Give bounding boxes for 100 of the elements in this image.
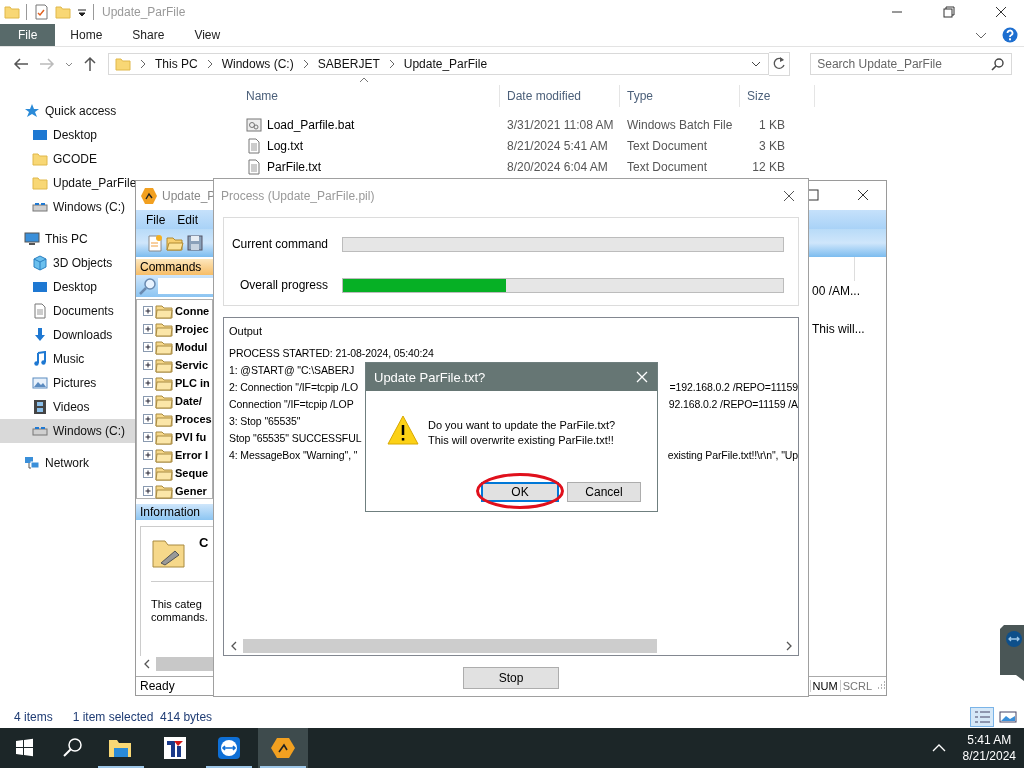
text-file-icon — [246, 158, 262, 175]
cube-icon — [32, 255, 48, 271]
file-type: Text Document — [626, 138, 709, 153]
folder-icon — [155, 447, 173, 463]
side-tab-icon[interactable] — [1000, 625, 1024, 681]
folder-icon — [4, 4, 20, 20]
expand-icon[interactable] — [143, 341, 154, 353]
ribbon-tab[interactable]: File — [0, 24, 56, 46]
tree-item[interactable]: PLC in — [174, 377, 210, 389]
output-line: Connection "/IF=tcpip /LOP — [229, 397, 354, 410]
tree-item[interactable]: Modul — [174, 341, 208, 353]
search-icon — [991, 57, 1005, 71]
list-cell-text: 00 /AM... — [812, 283, 862, 300]
output-line: existing ParFile.txt!!\r\n", "Up — [667, 448, 798, 461]
folder-icon — [155, 303, 173, 319]
nav-item[interactable]: Desktop — [0, 123, 236, 147]
menu-item[interactable]: File — [146, 212, 166, 227]
folder-icon — [155, 357, 173, 373]
info-description: This categ commands. — [151, 598, 209, 624]
expand-icon[interactable] — [143, 305, 154, 317]
search-field[interactable] — [158, 278, 213, 294]
breadcrumb-link[interactable]: SABERJET — [317, 57, 380, 71]
save-icon[interactable] — [186, 234, 204, 252]
music-note-icon — [32, 351, 48, 367]
column-header[interactable]: Type — [620, 85, 740, 107]
output-line: 92.168.0.2 /REPO=11159 /A — [668, 397, 798, 410]
column-header[interactable]: Size — [740, 85, 815, 107]
back-icon[interactable] — [12, 56, 30, 72]
column-header[interactable]: Name — [240, 85, 500, 107]
column-header[interactable]: Date modified — [500, 85, 620, 107]
breadcrumb-link[interactable]: Update_ParFile — [403, 57, 488, 71]
item-count: 4 items — [14, 710, 53, 724]
output-line: =192.168.0.2 /REPO=11159 — [669, 380, 798, 393]
help-icon[interactable] — [1002, 27, 1018, 43]
tree-item[interactable]: Projec — [174, 323, 209, 335]
tree-item[interactable]: Gener — [174, 485, 207, 497]
tree-item[interactable]: Servic — [174, 359, 209, 371]
folder-icon — [155, 429, 173, 445]
tree-item[interactable]: PVI fu — [174, 431, 207, 443]
scroll-right-icon[interactable] — [784, 640, 794, 652]
nav-item[interactable]: Quick access — [0, 99, 236, 123]
download-icon — [32, 327, 48, 343]
expand-icon[interactable] — [143, 485, 154, 497]
dialog-button[interactable]: OK — [481, 482, 559, 502]
breadcrumb-link[interactable]: This PC — [155, 57, 198, 71]
expand-icon[interactable] — [143, 431, 154, 443]
chevron-right-icon — [205, 59, 214, 69]
warning-icon — [387, 415, 419, 445]
output-line: PROCESS STARTED: 21-08-2024, 05:40:24 — [229, 346, 434, 359]
hexagon-app-icon[interactable] — [258, 728, 308, 768]
chevron-right-icon — [139, 59, 147, 69]
menu-item[interactable]: Edit — [177, 212, 199, 227]
ribbon-tab[interactable]: Home — [55, 24, 118, 46]
file-date: 3/31/2021 11:08 AM — [506, 117, 615, 132]
sort-caret-icon — [359, 77, 369, 83]
text-file-icon — [246, 137, 262, 154]
nav-item[interactable]: GCODE — [0, 147, 236, 171]
scroll-left-icon[interactable] — [229, 640, 239, 652]
file-size: 12 KB — [751, 159, 785, 174]
tree-item[interactable]: Error I — [174, 449, 208, 461]
tree-item[interactable]: Conne — [174, 305, 210, 317]
document-icon — [32, 303, 48, 319]
scrollbar-thumb[interactable] — [156, 657, 213, 671]
breadcrumb-link[interactable]: Windows (C:) — [221, 57, 294, 71]
expand-icon[interactable] — [143, 467, 154, 479]
folder-icon — [155, 321, 173, 337]
file-type: Windows Batch File — [626, 117, 734, 132]
chevron-right-icon — [301, 59, 310, 69]
ribbon-tab[interactable]: View — [179, 24, 236, 46]
progress-label: Overall progress — [238, 278, 328, 292]
up-arrow-icon[interactable] — [82, 56, 98, 72]
scrollbar-thumb[interactable] — [243, 639, 657, 653]
folder-icon — [155, 393, 173, 409]
file-date: 8/21/2024 5:41 AM — [506, 138, 609, 153]
file-name[interactable]: Load_Parfile.bat — [240, 116, 500, 133]
address-bar[interactable]: This PC Windows (C:) SABERJET Update_ParFile — [108, 53, 770, 75]
dialog-message: Do you want to update the ParFile.txt? This will overwrite existing ParFile.txt!! — [428, 418, 616, 448]
expand-icon[interactable] — [143, 449, 154, 461]
folder-icon — [155, 339, 173, 355]
dialog-button[interactable]: Cancel — [567, 482, 641, 502]
ribbon-tab[interactable]: Share — [117, 24, 180, 46]
folder-icon — [32, 175, 48, 191]
file-name[interactable]: Log.txt — [240, 137, 500, 154]
tree-item[interactable]: Date/ — [174, 395, 202, 407]
expand-icon[interactable] — [143, 359, 154, 371]
tree-item[interactable]: Seque — [174, 467, 208, 479]
expand-icon[interactable] — [143, 377, 154, 389]
expand-icon[interactable] — [143, 413, 154, 425]
expand-icon[interactable] — [143, 395, 154, 407]
stop-button[interactable]: Stop — [463, 667, 559, 689]
refresh-icon[interactable] — [769, 52, 791, 76]
expand-icon[interactable] — [143, 323, 154, 335]
file-name[interactable]: ParFile.txt — [240, 158, 500, 175]
scroll-left-icon[interactable] — [142, 658, 152, 670]
search-field[interactable]: Search Update_ParFile — [810, 53, 1012, 75]
folder-icon — [55, 4, 71, 20]
file-size: 3 KB — [758, 138, 785, 153]
clock-date[interactable]: 8/21/2024 — [962, 748, 1016, 764]
clock-time[interactable]: 5:41 AM — [962, 732, 1016, 748]
computer-icon — [24, 231, 40, 247]
